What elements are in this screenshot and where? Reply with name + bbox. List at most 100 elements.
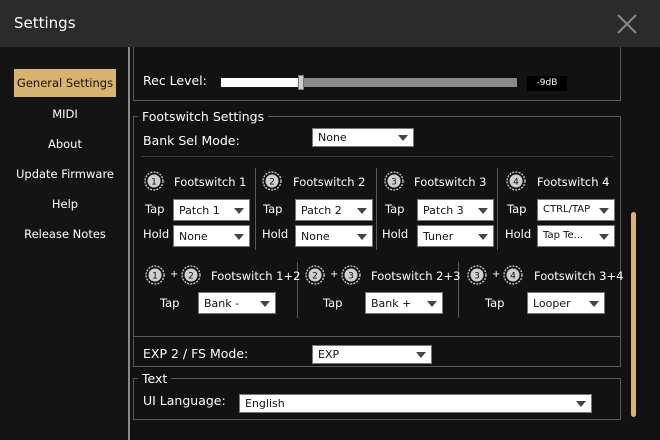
footswitch-4-hold-label: Hold: [505, 227, 532, 241]
footswitch-1-number: 1: [151, 178, 157, 188]
footswitch-4-tap-label: Tap: [507, 202, 527, 216]
footswitch-section-title: Footswitch Settings: [138, 109, 269, 124]
footswitch-3-icon: 3: [467, 265, 487, 285]
footswitch-4-tap-dropdown[interactable]: CTRL/TAP: [537, 199, 615, 221]
combo-3-4-tap-value: Looper: [533, 297, 571, 310]
footswitch-3-tap-dropdown[interactable]: Patch 3: [417, 199, 494, 221]
footswitch-3-icon: 3: [341, 265, 361, 285]
combo-2-3-first-number: 2: [312, 272, 318, 282]
footswitch-2-hold-label: Hold: [262, 227, 289, 241]
plus-sign: +: [170, 269, 179, 280]
chevron-down-icon: [357, 208, 367, 214]
combo-2-3-tap-value: Bank +: [371, 297, 412, 310]
sidebar-item-help[interactable]: Help: [14, 190, 116, 218]
footswitch-1-hold-label: Hold: [143, 227, 170, 241]
chevron-down-icon: [599, 234, 609, 240]
footswitch-4-icon: 4: [506, 171, 526, 191]
footswitch-4-number: 4: [513, 178, 519, 188]
combo-3-4-second-number: 4: [510, 272, 516, 282]
footswitch-1-hold-value: None: [179, 230, 208, 243]
ui-language-label: UI Language:: [143, 393, 226, 408]
combo-1-2-second-number: 2: [188, 272, 194, 282]
rec-level-value: -9dB: [527, 76, 567, 91]
combo-3-4-tap-dropdown[interactable]: Looper: [527, 292, 605, 314]
settings-window: Settings General Settings MIDI About Upd…: [0, 0, 660, 440]
sidebar-item-update-firmware[interactable]: Update Firmware: [14, 160, 116, 188]
footswitch-2-tap-dropdown[interactable]: Patch 2: [295, 199, 373, 221]
combo-1-2-tap-label: Tap: [160, 296, 180, 310]
sidebar-item-about[interactable]: About: [14, 130, 116, 158]
rec-level-slider-fill: [221, 78, 301, 87]
combo-1-2-first-number: 1: [152, 272, 158, 282]
sidebar: General Settings MIDI About Update Firmw…: [0, 47, 130, 440]
bank-sel-mode-dropdown[interactable]: None: [312, 128, 414, 147]
chevron-down-icon: [576, 401, 586, 407]
footswitch-4-tap-value: CTRL/TAP: [543, 204, 591, 215]
chevron-down-icon: [234, 234, 244, 240]
ui-language-dropdown[interactable]: English: [239, 394, 592, 413]
chevron-down-icon: [234, 208, 244, 214]
chevron-down-icon: [416, 352, 426, 358]
footswitch-1-icon: 1: [145, 265, 165, 285]
text-section-title: Text: [138, 371, 172, 386]
combo-3-4-tap-label: Tap: [485, 296, 505, 310]
exp-mode-label: EXP 2 / FS Mode:: [143, 346, 249, 361]
chevron-down-icon: [357, 234, 367, 240]
footswitch-3-icon: 3: [384, 171, 404, 191]
chevron-down-icon: [589, 301, 599, 307]
chevron-down-icon: [599, 208, 609, 214]
column-separator: [376, 168, 377, 250]
column-separator: [255, 168, 256, 250]
combo-2-3-second-number: 3: [348, 272, 354, 282]
footswitch-1-icon: 1: [144, 171, 164, 191]
combo-1-2-name: Footswitch 1+2: [211, 269, 301, 283]
footswitch-3-number: 3: [391, 178, 397, 188]
combo-1-2-tap-value: Bank -: [204, 297, 240, 310]
chevron-down-icon: [398, 135, 408, 141]
footswitch-2-name: Footswitch 2: [293, 175, 366, 189]
chevron-down-icon: [478, 234, 488, 240]
footswitch-2-icon: 2: [181, 265, 201, 285]
combo-3-4-name: Footswitch 3+4: [534, 269, 624, 283]
footswitch-2-number: 2: [269, 178, 275, 188]
footswitch-3-hold-label: Hold: [382, 227, 409, 241]
footswitch-4-hold-value: Tap Te...: [543, 230, 584, 241]
combo-2-3-name: Footswitch 2+3: [371, 269, 461, 283]
vertical-scrollbar[interactable]: [631, 212, 636, 417]
rec-level-slider[interactable]: [221, 75, 517, 90]
exp-mode-dropdown[interactable]: EXP: [312, 345, 432, 364]
footswitch-2-icon: 2: [262, 171, 282, 191]
combo-2-3-tap-dropdown[interactable]: Bank +: [365, 292, 443, 314]
chevron-down-icon: [478, 208, 488, 214]
rec-level-slider-handle[interactable]: [298, 75, 304, 90]
close-icon: [617, 14, 637, 34]
footswitch-3-name: Footswitch 3: [414, 175, 487, 189]
footswitch-2-hold-dropdown[interactable]: None: [295, 225, 373, 247]
footswitch-1-tap-dropdown[interactable]: Patch 1: [173, 199, 250, 221]
footswitch-2-tap-value: Patch 2: [301, 204, 342, 217]
footswitch-4-hold-dropdown[interactable]: Tap Te...: [537, 225, 615, 247]
footswitch-3-tap-label: Tap: [385, 202, 405, 216]
plus-sign: +: [492, 269, 501, 280]
window-title: Settings: [14, 14, 76, 32]
footswitch-4-name: Footswitch 4: [537, 175, 610, 189]
column-separator: [497, 168, 498, 250]
sidebar-item-midi[interactable]: MIDI: [14, 100, 116, 128]
footswitch-4-icon: 4: [503, 265, 523, 285]
footswitch-1-hold-dropdown[interactable]: None: [173, 225, 250, 247]
footswitch-3-hold-dropdown[interactable]: Tuner: [417, 225, 494, 247]
footswitch-3-hold-value: Tuner: [423, 230, 454, 243]
footswitch-2-hold-value: None: [301, 230, 330, 243]
sidebar-item-release-notes[interactable]: Release Notes: [14, 220, 116, 248]
combo-3-4-first-number: 3: [474, 272, 480, 282]
sidebar-item-general-settings[interactable]: General Settings: [14, 69, 116, 97]
title-bar: Settings: [0, 0, 660, 47]
exp-mode-value: EXP: [318, 348, 340, 361]
footswitch-1-tap-label: Tap: [145, 202, 165, 216]
footswitch-3-tap-value: Patch 3: [423, 204, 464, 217]
footswitch-2-icon: 2: [305, 265, 325, 285]
plus-sign: +: [330, 269, 339, 280]
ui-language-value: English: [245, 397, 285, 410]
combo-1-2-tap-dropdown[interactable]: Bank -: [198, 292, 276, 314]
close-button[interactable]: [610, 9, 642, 39]
